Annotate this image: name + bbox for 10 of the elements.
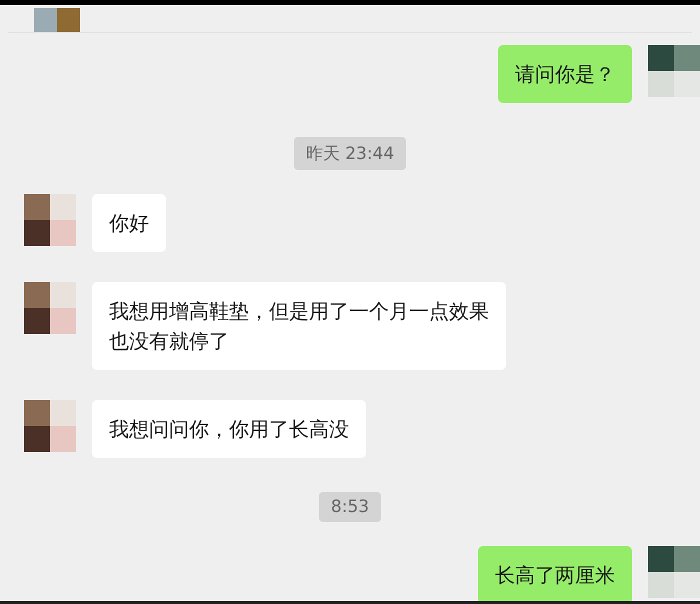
- message-bubble: 请问你是？: [498, 45, 632, 103]
- message-bubble: 我想用增高鞋垫，但是用了一个月一点效果也没有就停了: [92, 282, 506, 370]
- message-bubble: 长高了两厘米: [478, 546, 632, 601]
- timestamp: 昨天 23:44: [294, 137, 406, 170]
- timestamp: 8:53: [318, 492, 382, 522]
- message-bubble: 我想问问你，你用了长高没: [92, 400, 366, 458]
- avatar: [24, 194, 76, 246]
- message-bubble: 你好: [92, 194, 166, 252]
- avatar: [24, 400, 76, 452]
- avatar: [24, 282, 76, 334]
